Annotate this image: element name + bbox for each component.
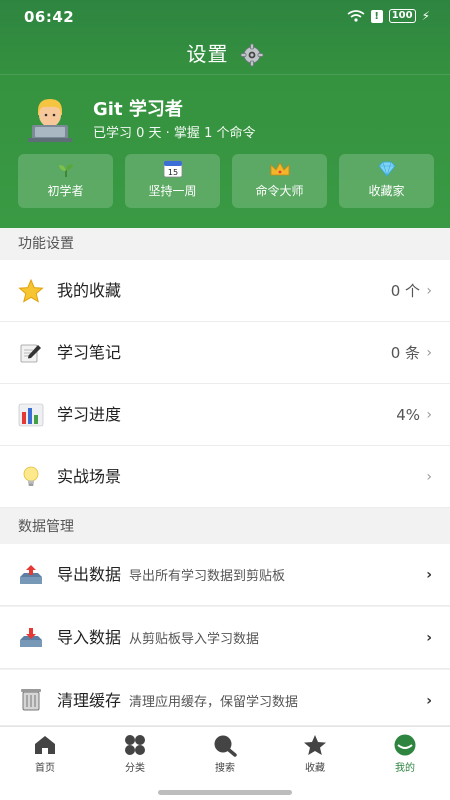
calendar-icon-day: 15 bbox=[167, 168, 177, 177]
menu-item-label: 导入数据 从剪贴板导入学习数据 bbox=[57, 607, 259, 671]
chevron-right-icon: › bbox=[426, 630, 432, 646]
chevron-right-icon: › bbox=[426, 567, 432, 583]
badge-collector[interactable]: 收藏家 bbox=[339, 154, 434, 208]
search-icon bbox=[214, 735, 237, 757]
menu-item-label: 导出数据 导出所有学习数据到剪贴板 bbox=[57, 544, 285, 608]
gear-icon bbox=[240, 43, 263, 66]
badge-beginner[interactable]: 初学者 bbox=[18, 154, 113, 208]
menu-item-favorites[interactable]: 我的收藏 0 个 › bbox=[0, 260, 450, 322]
chevron-right-icon: › bbox=[426, 345, 432, 361]
username: Git 学习者 bbox=[93, 99, 183, 120]
section-title-features: 功能设置 bbox=[0, 228, 450, 260]
badge-command-master[interactable]: 命令大师 bbox=[232, 154, 327, 208]
wifi-icon bbox=[347, 10, 365, 22]
tab-search[interactable]: 搜索 bbox=[180, 727, 270, 774]
calendar-icon: 15 bbox=[125, 154, 220, 178]
tab-label: 首页 bbox=[35, 763, 55, 774]
tab-label: 我的 bbox=[395, 763, 415, 774]
badge-label: 命令大师 bbox=[255, 184, 304, 198]
charging-icon: ⚡ bbox=[421, 9, 430, 23]
bar-chart-icon bbox=[18, 403, 44, 427]
menu-item-label: 我的收藏 bbox=[57, 281, 122, 300]
status-icons: ! 100 ⚡ bbox=[347, 9, 430, 23]
import-tray-icon bbox=[20, 628, 42, 647]
home-indicator[interactable] bbox=[158, 790, 292, 795]
bottom-tab-bar: 首页 分类 搜索 收藏 我的 bbox=[0, 726, 450, 774]
tab-label: 收藏 bbox=[305, 763, 325, 774]
profile-header: 06:42 ! 100 ⚡ 设置 Git 学习者 已学习 0 天 · 掌握 1 … bbox=[0, 0, 450, 228]
menu-item-title: 导出数据 bbox=[57, 565, 122, 584]
tab-profile[interactable]: 我的 bbox=[360, 727, 450, 774]
menu-item-description: 清理应用缓存，保留学习数据 bbox=[129, 695, 299, 710]
chevron-right-icon: › bbox=[426, 407, 432, 423]
home-icon bbox=[35, 736, 55, 754]
user-stats: 已学习 0 天 · 掌握 1 个命令 bbox=[93, 126, 256, 141]
menu-item-import[interactable]: 导入数据 从剪贴板导入学习数据 › bbox=[0, 607, 450, 669]
badge-label: 收藏家 bbox=[368, 184, 405, 198]
chevron-right-icon: › bbox=[426, 283, 432, 299]
user-profile: Git 学习者 已学习 0 天 · 掌握 1 个命令 bbox=[0, 74, 450, 146]
progress-percentage: 4% bbox=[396, 406, 420, 424]
trash-icon bbox=[21, 689, 41, 711]
achievement-badges: 初学者 15 坚持一周 命令大师 收藏家 bbox=[18, 154, 434, 208]
export-tray-icon bbox=[20, 565, 42, 584]
star-icon bbox=[304, 735, 326, 755]
profile-icon bbox=[394, 734, 416, 756]
sprout-icon bbox=[18, 154, 113, 178]
gesture-area bbox=[0, 774, 450, 800]
tab-home[interactable]: 首页 bbox=[0, 727, 90, 774]
menu-item-export[interactable]: 导出数据 导出所有学习数据到剪贴板 › bbox=[0, 544, 450, 606]
star-icon bbox=[18, 279, 44, 303]
tab-category[interactable]: 分类 bbox=[90, 727, 180, 774]
favorites-count: 0 个 bbox=[390, 282, 420, 300]
gem-icon bbox=[339, 154, 434, 178]
menu-item-clear-cache[interactable]: 清理缓存 清理应用缓存，保留学习数据 › bbox=[0, 670, 450, 726]
menu-item-label: 学习进度 bbox=[57, 405, 122, 424]
tab-favorites[interactable]: 收藏 bbox=[270, 727, 360, 774]
title-bar: 设置 bbox=[0, 34, 450, 74]
menu-item-progress[interactable]: 学习进度 4% › bbox=[0, 384, 450, 446]
menu-item-title: 清理缓存 bbox=[57, 691, 122, 710]
chevron-right-icon: › bbox=[426, 469, 432, 485]
menu-item-notes[interactable]: 学习笔记 0 条 › bbox=[0, 322, 450, 384]
menu-item-description: 从剪贴板导入学习数据 bbox=[129, 632, 260, 647]
menu-item-label: 实战场景 bbox=[57, 467, 122, 486]
category-icon bbox=[125, 735, 145, 755]
menu-item-description: 导出所有学习数据到剪贴板 bbox=[129, 569, 286, 584]
lightbulb-icon bbox=[23, 466, 39, 486]
notes-count: 0 条 bbox=[390, 344, 420, 362]
tab-label: 分类 bbox=[125, 763, 145, 774]
notification-alert-icon: ! bbox=[370, 9, 383, 23]
status-time: 06:42 bbox=[24, 8, 75, 26]
badge-label: 坚持一周 bbox=[148, 184, 197, 198]
note-icon bbox=[20, 344, 41, 363]
chevron-right-icon: › bbox=[426, 693, 432, 709]
badge-streak-week[interactable]: 15 坚持一周 bbox=[125, 154, 220, 208]
battery-indicator: 100 bbox=[388, 9, 416, 23]
crown-icon bbox=[232, 154, 327, 178]
tab-label: 搜索 bbox=[215, 763, 235, 774]
menu-item-label: 学习笔记 bbox=[57, 343, 122, 362]
menu-item-title: 导入数据 bbox=[57, 628, 122, 647]
badge-label: 初学者 bbox=[47, 184, 84, 198]
menu-item-scenarios[interactable]: 实战场景 › bbox=[0, 446, 450, 508]
status-bar: 06:42 ! 100 ⚡ bbox=[0, 0, 450, 34]
section-title-data: 数据管理 bbox=[0, 511, 450, 543]
page-title: 设置 bbox=[186, 42, 229, 66]
avatar bbox=[28, 99, 72, 142]
menu-item-label: 清理缓存 清理应用缓存，保留学习数据 bbox=[57, 670, 298, 734]
